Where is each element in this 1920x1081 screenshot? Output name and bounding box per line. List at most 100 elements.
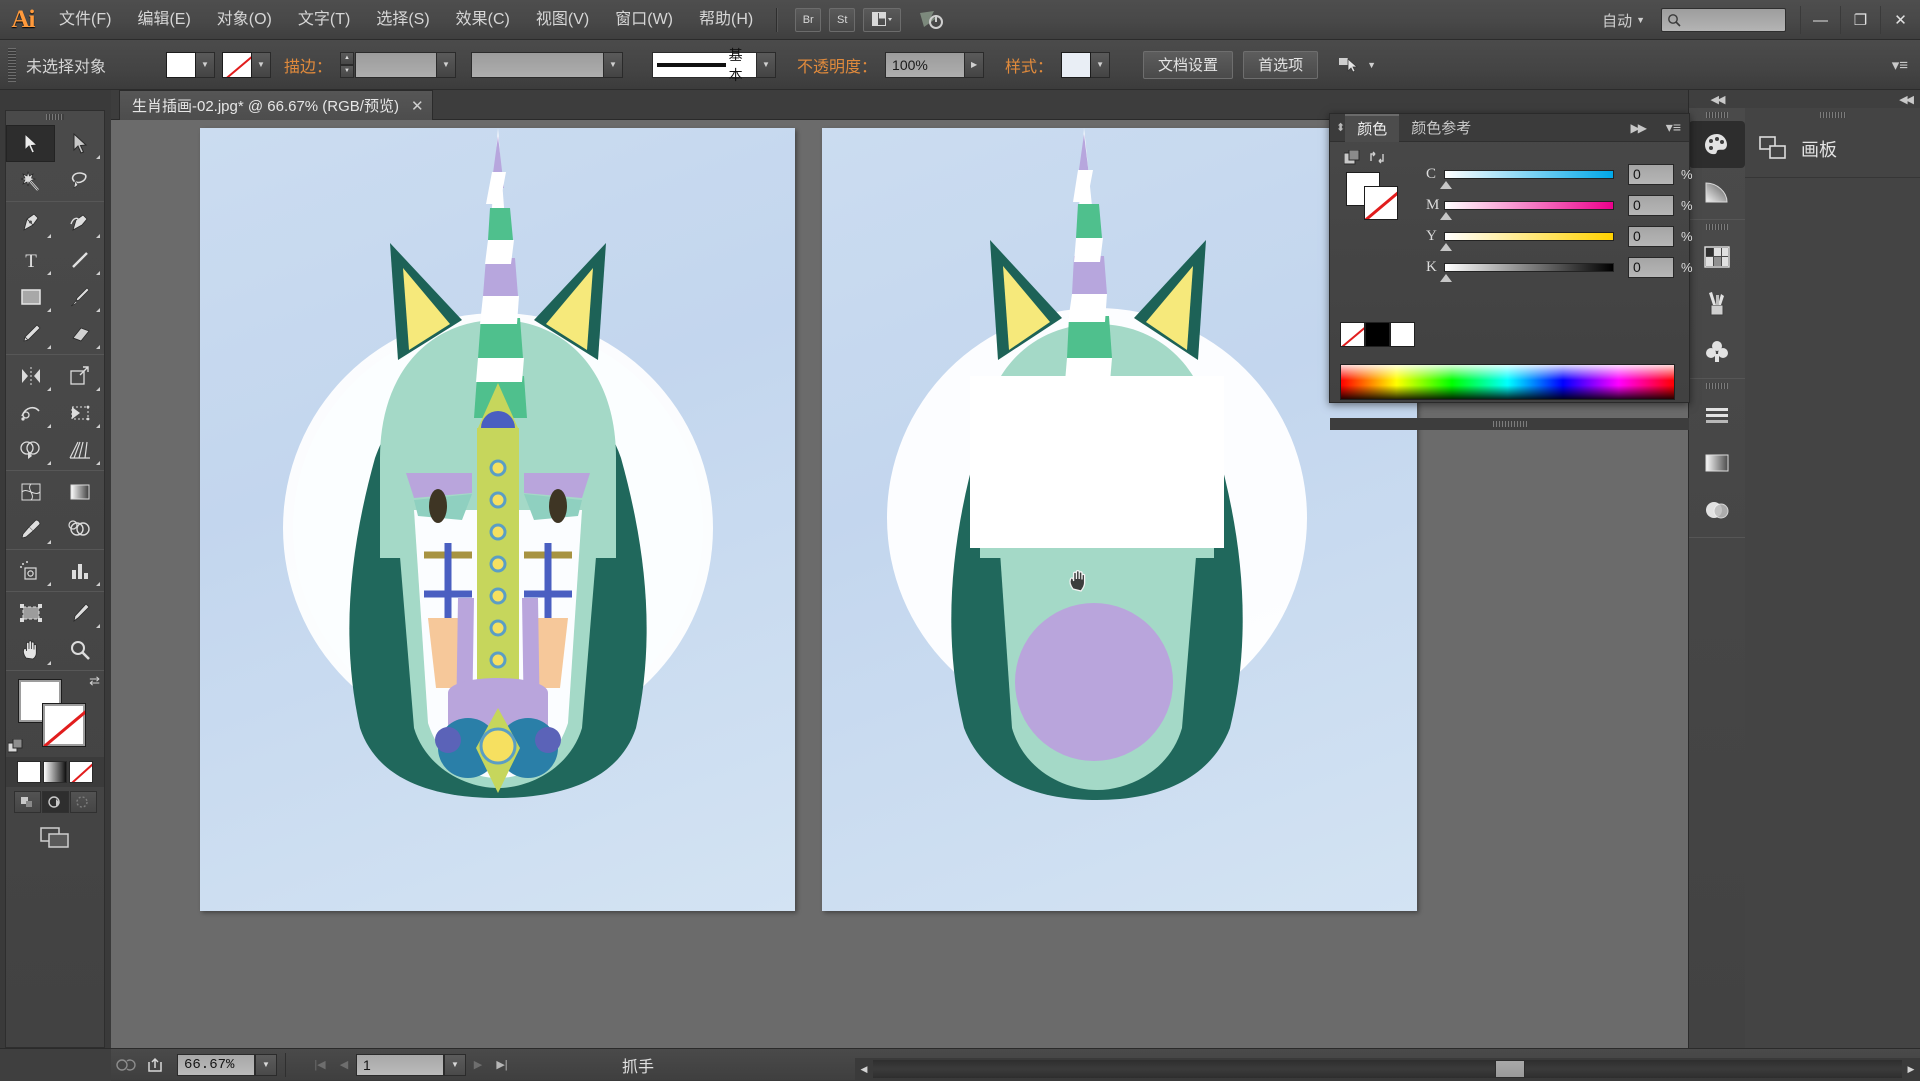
stroke-weight-dropdown-arrow[interactable]: ▼ <box>437 52 456 78</box>
cyan-value-field[interactable]: 0 <box>1628 164 1674 185</box>
color-panel[interactable]: ⬍ 颜色 颜色参考 ▶▶ ▾≡ C 0 % M 0 <box>1329 113 1690 403</box>
selection-tool[interactable] <box>6 125 55 162</box>
hand-tool[interactable] <box>6 631 55 668</box>
nav-last-artboard[interactable]: ▶| <box>490 1054 514 1076</box>
menu-file[interactable]: 文件(F) <box>46 5 124 35</box>
menu-effect[interactable]: 效果(C) <box>443 5 523 35</box>
hscroll-left-arrow[interactable]: ◀ <box>855 1058 873 1080</box>
paintbrush-tool[interactable] <box>55 278 104 315</box>
hscroll-right-arrow[interactable]: ▶ <box>1902 1058 1920 1080</box>
quick-swatch-black[interactable] <box>1365 322 1390 347</box>
stroke-weight-field[interactable] <box>355 52 437 78</box>
icon-group-gripper[interactable] <box>1689 379 1745 392</box>
symbols-panel-icon[interactable] <box>1689 327 1745 374</box>
opacity-flyout-arrow[interactable]: ▶ <box>965 52 984 78</box>
draw-inside-mode[interactable] <box>70 791 97 813</box>
select-similar-control[interactable]: ▼ <box>1338 56 1376 74</box>
dock-collapse-icon-2[interactable]: ◀◀ <box>1745 90 1920 108</box>
black-slider-knob[interactable] <box>1440 274 1452 282</box>
color-spectrum-bar[interactable] <box>1340 364 1675 400</box>
cyan-slider[interactable] <box>1444 170 1614 179</box>
scale-tool[interactable] <box>55 357 104 394</box>
color-panel-menu-icon[interactable]: ▾≡ <box>1666 119 1681 136</box>
gradient-fill-mode[interactable] <box>43 761 67 783</box>
workspace-label[interactable]: 自动 <box>1602 10 1632 31</box>
color-panel-expand-icon[interactable]: ▶▶ <box>1631 121 1645 135</box>
brush-preview[interactable]: 基本 <box>652 52 757 78</box>
horizontal-scrollbar-track[interactable] <box>873 1060 1902 1078</box>
menu-object[interactable]: 对象(O) <box>204 5 285 35</box>
stroke-profile-dropdown-arrow[interactable]: ▼ <box>604 52 623 78</box>
appearance-panel-icon[interactable] <box>1689 486 1745 533</box>
brushes-panel-icon[interactable] <box>1689 280 1745 327</box>
stroke-dropdown-arrow[interactable]: ▼ <box>252 52 271 78</box>
stroke-weight-spinner[interactable]: ▲ ▼ <box>340 52 354 78</box>
brush-dropdown-arrow[interactable]: ▼ <box>757 52 776 78</box>
column-graph-tool[interactable] <box>55 552 104 589</box>
align-panel-icon[interactable] <box>1689 392 1745 439</box>
fill-swatch[interactable] <box>166 52 196 78</box>
menu-select[interactable]: 选择(S) <box>363 5 442 35</box>
eraser-tool[interactable] <box>55 315 104 352</box>
rotate-tool[interactable] <box>6 357 55 394</box>
black-value-field[interactable]: 0 <box>1628 257 1674 278</box>
zoom-control[interactable]: 66.67% ▼ <box>177 1054 277 1076</box>
artboard-navigation[interactable]: |◀ ◀ 1 ▼ ▶ ▶| <box>308 1054 514 1076</box>
curvature-tool[interactable] <box>55 204 104 241</box>
menu-view[interactable]: 视图(V) <box>523 5 602 35</box>
gradient-panel-icon[interactable] <box>1689 168 1745 215</box>
restore-button[interactable]: ❐ <box>1840 6 1880 34</box>
menu-edit[interactable]: 编辑(E) <box>124 5 203 35</box>
menu-window[interactable]: 窗口(W) <box>602 5 686 35</box>
rectangle-tool[interactable] <box>6 278 55 315</box>
magic-wand-tool[interactable] <box>6 162 55 199</box>
magenta-slider[interactable] <box>1444 201 1614 210</box>
gradient-tool[interactable] <box>55 473 104 510</box>
perspective-grid-tool[interactable] <box>55 431 104 468</box>
opacity-field[interactable]: 100% <box>885 52 965 78</box>
close-button[interactable]: ✕ <box>1880 6 1920 34</box>
swatches-panel-icon[interactable] <box>1689 233 1745 280</box>
tab-color[interactable]: 颜色 <box>1345 114 1399 142</box>
current-tool-label[interactable]: 抓手 <box>622 1053 654 1077</box>
yellow-slider[interactable] <box>1444 232 1614 241</box>
magenta-value-field[interactable]: 0 <box>1628 195 1674 216</box>
shape-builder-tool[interactable] <box>6 431 55 468</box>
stroke-weight-up[interactable]: ▲ <box>340 52 354 65</box>
yellow-value-field[interactable]: 0 <box>1628 226 1674 247</box>
nav-prev-artboard[interactable]: ◀ <box>332 1054 356 1076</box>
stroke-weight-control[interactable]: ▼ <box>355 52 456 78</box>
minimize-button[interactable]: — <box>1800 6 1840 34</box>
artboards-panel-header[interactable]: 画板 <box>1745 121 1920 178</box>
stroke-color-box-none[interactable] <box>42 703 86 747</box>
tab-color-guide[interactable]: 颜色参考 <box>1399 114 1483 142</box>
recolor-artwork-icon[interactable] <box>111 1053 141 1077</box>
menu-type[interactable]: 文字(T) <box>285 5 363 35</box>
blend-tool[interactable] <box>55 510 104 547</box>
search-input[interactable] <box>1661 8 1786 32</box>
bridge-button[interactable]: Br <box>795 8 821 32</box>
symbol-sprayer-tool[interactable] <box>6 552 55 589</box>
pen-tool[interactable] <box>6 204 55 241</box>
zoom-dropdown-arrow[interactable]: ▼ <box>255 1054 277 1076</box>
dock-collapse-icon-1[interactable]: ◀◀ <box>1689 90 1745 108</box>
icon-group-gripper[interactable] <box>1689 220 1745 233</box>
artboard-tool[interactable] <box>6 594 55 631</box>
power-icon[interactable] <box>909 8 953 32</box>
select-similar-arrow[interactable]: ▼ <box>1367 60 1376 70</box>
graphic-style-control[interactable]: ▼ <box>1061 52 1110 78</box>
artboard-number-field[interactable]: 1 <box>356 1054 444 1076</box>
stroke-profile-control[interactable]: ▼ <box>471 52 623 78</box>
artboard-2[interactable] <box>822 128 1417 911</box>
quick-swatch-white[interactable] <box>1390 322 1415 347</box>
color-panel-resize-grip[interactable] <box>1330 418 1689 430</box>
free-transform-tool[interactable] <box>55 394 104 431</box>
preferences-button[interactable]: 首选项 <box>1243 51 1318 79</box>
lasso-tool[interactable] <box>55 162 104 199</box>
tools-panel-gripper[interactable] <box>6 111 104 123</box>
zoom-level-field[interactable]: 66.67% <box>177 1054 255 1076</box>
mesh-tool[interactable] <box>6 473 55 510</box>
document-tab-close-icon[interactable]: ✕ <box>411 97 424 115</box>
screen-mode-button[interactable] <box>6 817 104 857</box>
direct-selection-tool[interactable] <box>55 125 104 162</box>
